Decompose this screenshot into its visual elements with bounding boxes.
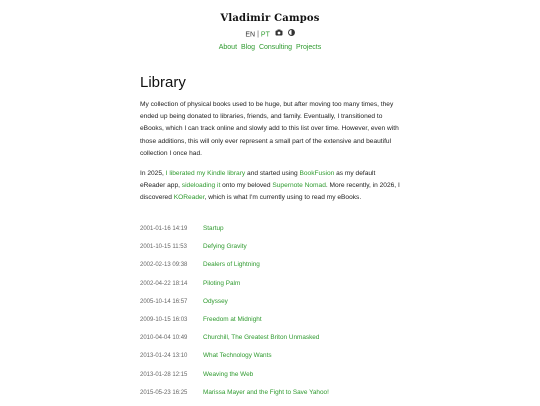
book-title-link[interactable]: Dealers of Lightning — [203, 261, 260, 268]
book-row: 2010-04-04 10:49 Churchill, The Greatest … — [140, 333, 440, 351]
nav-about[interactable]: About — [219, 44, 237, 51]
language-separator: | — [257, 31, 259, 39]
bookfusion-link[interactable]: BookFusion — [299, 170, 334, 177]
book-date: 2010-04-04 10:49 — [140, 335, 188, 342]
book-title-link[interactable]: Piloting Palm — [203, 280, 240, 287]
kindle-liberation-link[interactable]: I liberated my Kindle library — [166, 170, 246, 177]
book-date: 2001-01-16 14:19 — [140, 226, 188, 232]
book-date: 2002-02-13 09:38 — [140, 262, 188, 269]
book-date: 2001-10-15 11:53 — [140, 244, 187, 251]
nav-consulting[interactable]: Consulting — [259, 44, 292, 51]
book-date: 2013-01-28 12:15 — [140, 371, 188, 378]
book-title-link[interactable]: Defying Gravity — [203, 243, 247, 250]
language-en[interactable]: EN — [245, 31, 255, 38]
main-nav: About Blog Consulting Projects — [0, 44, 540, 51]
book-title-link[interactable]: What Technology Wants — [203, 352, 272, 359]
book-row: 2015-05-23 16:25 Marissa Mayer and the Fi… — [140, 388, 440, 406]
para-text: , which is what I'm currently using to r… — [204, 194, 362, 202]
site-title[interactable]: Vladimir Campos — [0, 13, 540, 24]
language-switcher: EN | PT — [0, 29, 540, 39]
camera-icon[interactable] — [275, 29, 283, 38]
book-date: 2009-10-15 16:03 — [140, 316, 188, 323]
book-date: 2013-01-24 13:10 — [140, 353, 188, 360]
para-text: and started using — [245, 170, 300, 177]
book-row: 2002-04-22 18:14 Piloting Palm — [140, 279, 440, 297]
para-text: onto my beloved — [220, 182, 273, 190]
book-title-link[interactable]: Weaving the Web — [203, 371, 253, 378]
supernote-nomad-link[interactable]: Supernote Nomad — [272, 182, 326, 189]
page-title: Library — [140, 74, 186, 91]
sideloading-link[interactable]: sideloading it — [182, 182, 221, 189]
book-title-link[interactable]: Odyssey — [203, 298, 228, 305]
intro-paragraph: My collection of physical books used to … — [140, 101, 399, 157]
book-row: 2002-02-13 09:38 Dealers of Lightning — [140, 260, 440, 278]
book-date: 2005-10-14 16:57 — [140, 298, 188, 305]
book-row: 2013-01-24 13:10 What Technology Wants — [140, 351, 440, 369]
book-title-link[interactable]: Marissa Mayer and the Fight to Save Yaho… — [203, 389, 329, 396]
book-date: 2015-05-23 16:25 — [140, 389, 188, 396]
book-title-link[interactable]: Startup — [203, 225, 224, 232]
book-row: 2013-01-28 12:15 Weaving the Web — [140, 370, 440, 388]
nav-blog[interactable]: Blog — [241, 44, 255, 51]
koreader-link[interactable]: KOReader — [174, 194, 205, 201]
book-date: 2002-04-22 18:14 — [140, 280, 188, 287]
book-list: 2001-01-16 14:19 Startup 2001-10-15 11:53… — [140, 224, 440, 406]
ebooks-paragraph: In 2025, I liberated my Kindle library a… — [140, 168, 402, 205]
book-row: 2001-10-15 11:53 Defying Gravity — [140, 242, 440, 260]
para-text: In 2025, — [140, 170, 166, 177]
book-row: 2009-10-15 16:03 Freedom at Midnight — [140, 315, 440, 333]
language-pt-link[interactable]: PT — [261, 31, 270, 38]
nav-projects[interactable]: Projects — [296, 44, 321, 51]
book-title-link[interactable]: Freedom at Midnight — [203, 316, 262, 323]
book-row: 2001-01-16 14:19 Startup — [140, 224, 440, 242]
book-row: 2005-10-14 16:57 Odyssey — [140, 297, 440, 315]
book-title-link[interactable]: Churchill, The Greatest Briton Unmasked — [203, 334, 319, 341]
contrast-toggle-icon[interactable] — [287, 29, 295, 38]
